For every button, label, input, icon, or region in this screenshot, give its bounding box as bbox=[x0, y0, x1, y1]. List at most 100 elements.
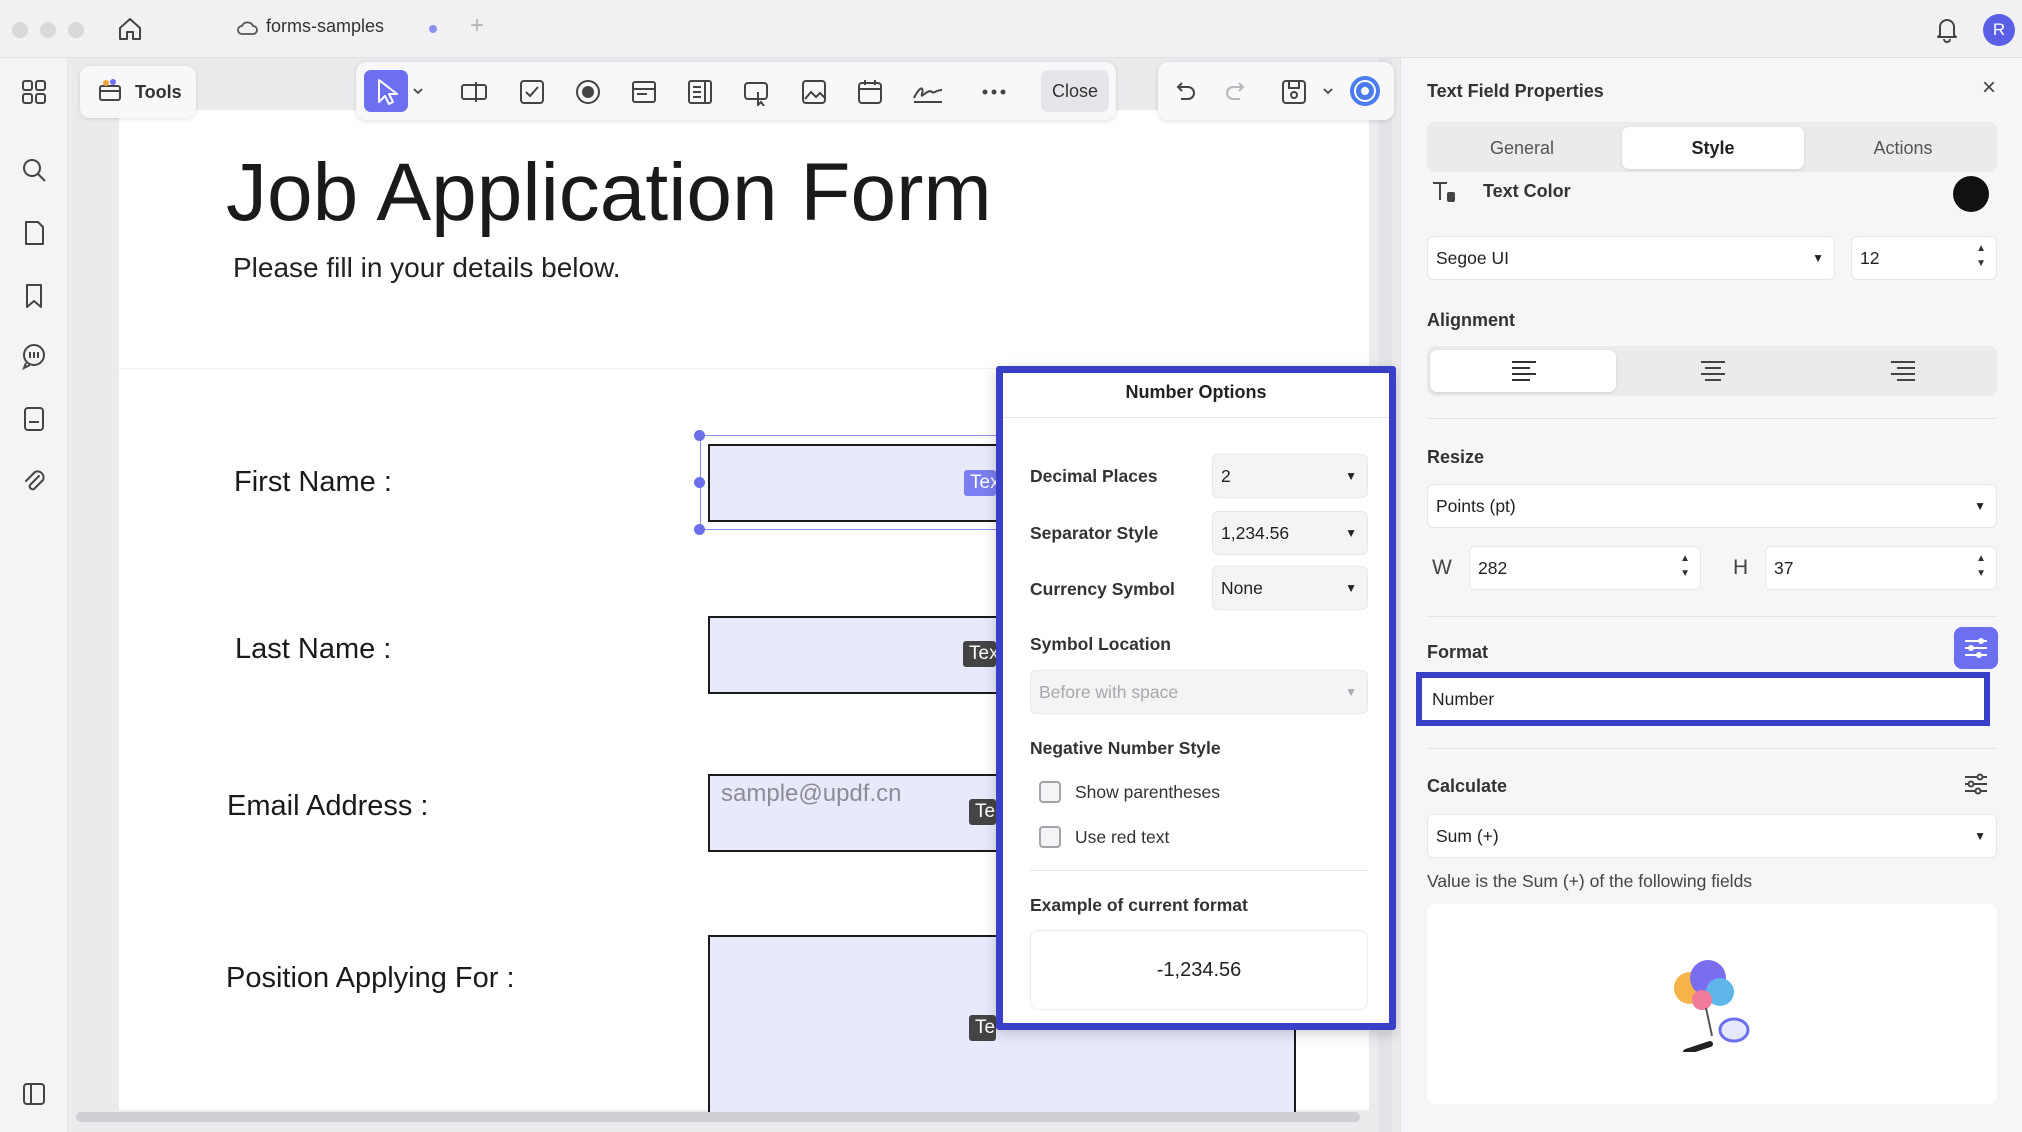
window-zoom-dot[interactable] bbox=[68, 22, 84, 38]
document-tab[interactable]: forms-samples bbox=[266, 16, 384, 37]
chevron-down-icon[interactable] bbox=[1321, 85, 1335, 97]
more-icon[interactable] bbox=[980, 78, 1008, 106]
bookmark-icon[interactable] bbox=[20, 282, 48, 310]
search-icon[interactable] bbox=[20, 156, 48, 184]
font-size-stepper[interactable]: 12 ▲ ▼ bbox=[1851, 236, 1997, 280]
close-form-edit-button[interactable]: Close bbox=[1041, 70, 1109, 112]
window-minimize-dot[interactable] bbox=[40, 22, 56, 38]
divider bbox=[1003, 417, 1389, 418]
save-icon[interactable] bbox=[1280, 78, 1308, 106]
stepper-arrows-icon: ▲ ▼ bbox=[1976, 243, 1986, 269]
dropdown-arrow-icon: ▼ bbox=[1812, 251, 1824, 265]
resize-handle[interactable] bbox=[694, 430, 705, 441]
align-left-button[interactable] bbox=[1430, 350, 1616, 392]
window-close-dot[interactable] bbox=[12, 22, 28, 38]
resize-handle[interactable] bbox=[694, 477, 705, 488]
calculate-select[interactable]: Sum (+) ▼ bbox=[1427, 814, 1997, 858]
divider bbox=[1427, 616, 1997, 617]
align-right-button[interactable] bbox=[1810, 350, 1996, 392]
unsaved-indicator bbox=[429, 25, 437, 33]
panel-toggle-icon[interactable] bbox=[20, 1080, 48, 1108]
tab-actions[interactable]: Actions bbox=[1812, 127, 1994, 169]
dropdown-arrow-icon: ▼ bbox=[1345, 685, 1357, 699]
combo-box-tool-icon[interactable] bbox=[630, 78, 658, 106]
empty-state-illustration bbox=[1662, 956, 1752, 1052]
calculate-settings-icon[interactable] bbox=[1962, 770, 1990, 798]
tab-general[interactable]: General bbox=[1431, 127, 1613, 169]
height-stepper[interactable]: 37 ▲ ▼ bbox=[1765, 546, 1997, 590]
chevron-down-icon[interactable] bbox=[411, 85, 425, 97]
pages-icon[interactable] bbox=[20, 219, 48, 247]
radio-button-tool-icon[interactable] bbox=[574, 78, 602, 106]
text-color-label: Text Color bbox=[1483, 181, 1571, 201]
date-tool-icon[interactable] bbox=[856, 78, 884, 106]
comments-icon[interactable] bbox=[20, 342, 48, 370]
signature-tool-icon[interactable] bbox=[912, 78, 943, 106]
decimal-places-label: Decimal Places bbox=[1030, 466, 1158, 486]
tab-style[interactable]: Style bbox=[1622, 127, 1804, 169]
text-field-tool-icon[interactable] bbox=[460, 78, 488, 106]
dropdown-arrow-icon: ▼ bbox=[1974, 499, 1986, 513]
text-color-swatch[interactable] bbox=[1953, 176, 1989, 212]
ai-assistant-icon[interactable] bbox=[1348, 74, 1382, 108]
format-select[interactable]: Number bbox=[1416, 672, 1990, 726]
bell-icon[interactable] bbox=[1934, 15, 1960, 43]
decimal-places-select[interactable]: 2 ▼ bbox=[1212, 454, 1368, 498]
first-name-label: First Name : bbox=[234, 466, 392, 498]
dropdown-arrow-icon: ▼ bbox=[1974, 829, 1986, 843]
email-placeholder: sample@updf.cn bbox=[721, 780, 902, 807]
user-avatar[interactable]: R bbox=[1983, 14, 2015, 46]
thumbnails-icon[interactable] bbox=[20, 78, 48, 106]
close-panel-icon[interactable]: × bbox=[1982, 74, 1996, 102]
redo-icon[interactable] bbox=[1222, 78, 1250, 106]
home-icon[interactable] bbox=[116, 15, 144, 43]
new-tab-button[interactable]: + bbox=[470, 12, 484, 40]
form-subtitle: Please fill in your details below. bbox=[233, 252, 621, 283]
divider bbox=[1427, 748, 1997, 749]
alignment-label: Alignment bbox=[1427, 310, 1515, 330]
align-center-button[interactable] bbox=[1620, 350, 1806, 392]
image-tool-icon[interactable] bbox=[800, 78, 828, 106]
document-icon[interactable] bbox=[20, 405, 48, 433]
resize-unit-select[interactable]: Points (pt) ▼ bbox=[1427, 484, 1997, 528]
separator-style-select[interactable]: 1,234.56 ▼ bbox=[1212, 511, 1368, 555]
resize-label: Resize bbox=[1427, 447, 1485, 467]
text-color-icon bbox=[1430, 178, 1458, 206]
list-box-tool-icon[interactable] bbox=[686, 78, 714, 106]
attachment-icon[interactable] bbox=[20, 467, 48, 495]
email-address-label: Email Address : bbox=[227, 790, 429, 822]
dropdown-arrow-icon: ▼ bbox=[1345, 581, 1357, 595]
format-options-button[interactable] bbox=[1954, 627, 1998, 669]
undo-icon[interactable] bbox=[1171, 78, 1199, 106]
negative-number-style-label: Negative Number Style bbox=[1030, 738, 1221, 758]
button-tool-icon[interactable] bbox=[743, 78, 771, 106]
font-family-select[interactable]: Segoe UI ▼ bbox=[1427, 236, 1835, 280]
show-parentheses-label: Show parentheses bbox=[1075, 782, 1220, 802]
height-label: H bbox=[1733, 556, 1749, 579]
field-type-tag: Te bbox=[969, 799, 996, 825]
resize-handle[interactable] bbox=[694, 524, 705, 535]
horizontal-scrollbar[interactable] bbox=[76, 1112, 1360, 1122]
select-tool-button[interactable] bbox=[364, 70, 408, 112]
divider bbox=[1427, 418, 1997, 419]
divider bbox=[1030, 870, 1368, 871]
field-type-tag: Tex bbox=[963, 641, 996, 667]
last-name-label: Last Name : bbox=[235, 633, 392, 665]
symbol-location-label: Symbol Location bbox=[1030, 634, 1171, 654]
tools-label: Tools bbox=[135, 82, 182, 102]
calculate-note: Value is the Sum (+) of the following fi… bbox=[1427, 871, 1753, 891]
toolbox-icon bbox=[97, 78, 123, 104]
symbol-location-select[interactable]: Before with space ▼ bbox=[1030, 670, 1368, 714]
cloud-icon bbox=[236, 19, 258, 37]
currency-symbol-select[interactable]: None ▼ bbox=[1212, 566, 1368, 610]
position-label: Position Applying For : bbox=[226, 962, 515, 994]
use-red-text-label: Use red text bbox=[1075, 827, 1170, 847]
width-stepper[interactable]: 282 ▲ ▼ bbox=[1469, 546, 1701, 590]
use-red-text-checkbox[interactable] bbox=[1039, 826, 1061, 848]
checkbox-tool-icon[interactable] bbox=[518, 78, 546, 106]
show-parentheses-checkbox[interactable] bbox=[1039, 781, 1061, 803]
field-type-tag: Tex bbox=[964, 470, 996, 496]
field-type-tag: Te bbox=[969, 1015, 996, 1041]
stepper-arrows-icon: ▲ ▼ bbox=[1976, 553, 1986, 579]
calculate-label: Calculate bbox=[1427, 776, 1508, 796]
